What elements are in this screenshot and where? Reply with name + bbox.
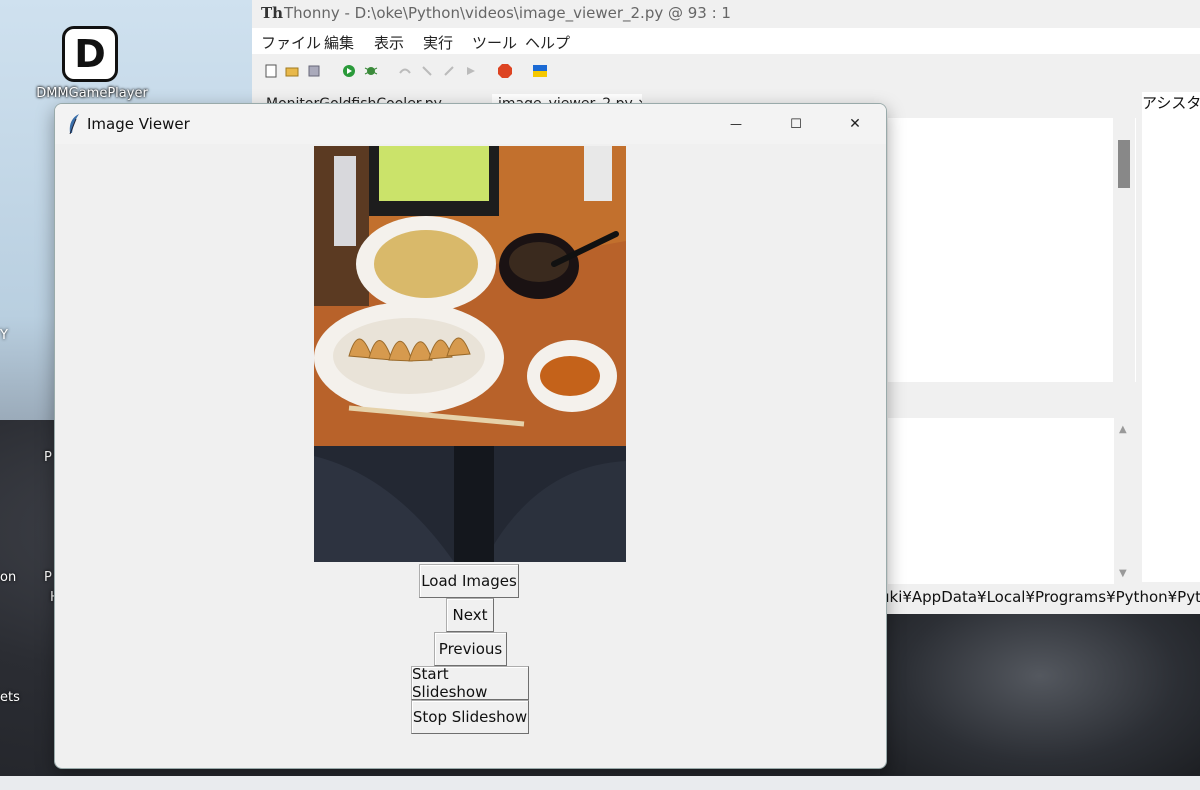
scroll-up-icon[interactable]: ▲ [1119,424,1127,435]
image-viewer-title: Image Viewer [87,115,190,133]
stop-icon[interactable] [498,64,512,78]
thonny-title: Thonny - D:\oke\Python\videos\image_view… [284,4,731,22]
menu-file[interactable]: ファイル [261,32,321,53]
step-out-icon[interactable] [442,64,456,78]
resume-icon[interactable] [464,64,478,78]
assistant-panel [1142,118,1200,582]
desktop-fragment: on [0,570,17,585]
thonny-title-bar: Th Thonny - D:\oke\Python\videos\image_v… [252,0,1200,28]
menu-run[interactable]: 実行 [423,32,453,53]
step-into-icon[interactable] [420,64,434,78]
desktop-icon-label: DMMGamePlayer [36,86,148,101]
load-images-button[interactable]: Load Images [419,564,519,598]
scroll-down-icon[interactable]: ▼ [1119,568,1127,579]
editor-scroll-thumb[interactable] [1118,140,1130,188]
displayed-photo [314,146,626,562]
desktop-fragment: Y [0,328,8,343]
minimize-icon: — [730,117,742,131]
thonny-toolbar [252,56,1200,88]
desktop-fragment: P [44,450,52,465]
previous-button[interactable]: Previous [434,632,507,666]
menu-edit[interactable]: 編集 [324,32,354,53]
shell-scrollbar[interactable]: ▲ ▼ [1114,418,1136,584]
minimize-button[interactable]: — [713,110,759,138]
thonny-menu-bar: ファイル 編集 表示 実行 ツール ヘルプ [252,28,1200,54]
tk-feather-icon [69,114,79,135]
close-icon: ✕ [849,116,861,132]
debug-icon[interactable] [364,64,378,78]
desktop-fragment: P [44,570,52,585]
shell-path-text: uki¥AppData¥Local¥Programs¥Python¥Python [880,588,1200,612]
run-icon[interactable] [342,64,356,78]
maximize-button[interactable]: ☐ [773,110,819,138]
open-folder-icon[interactable] [285,64,299,78]
menu-tools[interactable]: ツール [472,32,517,53]
dmm-game-player-icon[interactable]: D [62,26,118,82]
image-viewer-title-bar[interactable]: Image Viewer — ☐ ✕ [55,104,886,144]
menu-help[interactable]: ヘルプ [525,32,570,53]
desktop-wallpaper-right [880,610,1200,775]
stop-slideshow-button[interactable]: Stop Slideshow [411,700,529,734]
new-file-icon[interactable] [264,64,278,78]
shell-panel[interactable] [888,418,1114,584]
next-button[interactable]: Next [446,598,494,632]
menu-view[interactable]: 表示 [374,32,404,53]
desktop-fragment: ets [0,690,20,705]
ukraine-flag-icon [533,65,547,77]
taskbar [0,776,1200,790]
save-icon[interactable] [307,64,321,78]
step-over-icon[interactable] [398,64,412,78]
image-viewer-window: Image Viewer — ☐ ✕ Load Images Next Prev… [54,103,887,769]
thonny-logo-icon: Th [261,4,284,22]
code-editor[interactable] [888,118,1136,382]
assistant-tab[interactable]: アシスタン [1142,92,1200,118]
close-button[interactable]: ✕ [832,110,878,138]
maximize-icon: ☐ [790,116,802,132]
start-slideshow-button[interactable]: Start Slideshow [411,665,529,701]
